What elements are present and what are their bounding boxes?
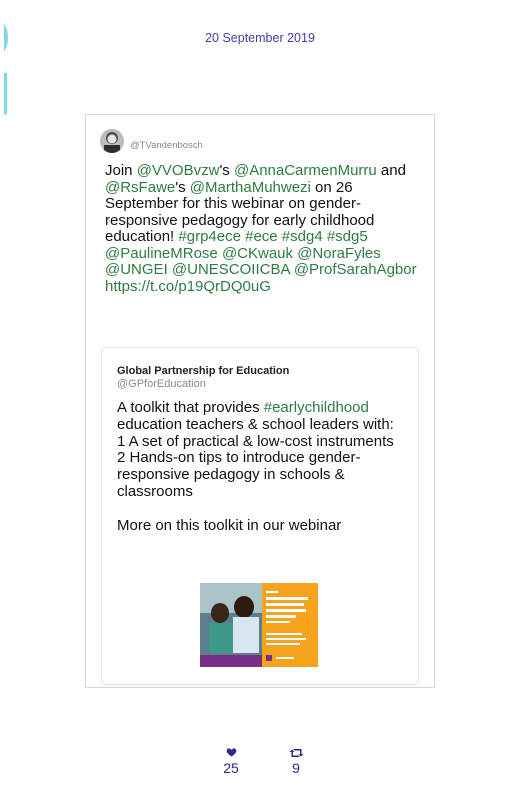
tweet-author[interactable]: @TVandenbosch [100, 129, 203, 153]
quoted-text-segment: A toolkit that provides [117, 399, 264, 416]
retweet-count-value: 9 [292, 760, 300, 776]
tweet-text: Join @VVOBvzw's @AnnaCarmenMurru and @Rs… [105, 162, 430, 295]
tweet-card: @TVandenbosch Join @VVOBvzw's @AnnaCarme… [85, 114, 435, 688]
avatar[interactable] [100, 129, 124, 153]
page-number-text: 05 [4, 10, 28, 121]
quoted-text-link[interactable]: #earlychildhood [264, 399, 369, 416]
author-handle[interactable]: @TVandenbosch [130, 140, 203, 151]
quoted-author-name[interactable]: Global Partnership for Education [117, 365, 289, 377]
tweet-text-segment: 's [219, 162, 234, 179]
retweet-icon[interactable] [281, 747, 311, 760]
tweet-text-segment: and [376, 162, 406, 179]
webinar-poster-image[interactable] [200, 583, 318, 667]
tweet-text-segment: 's [175, 178, 190, 196]
quoted-tweet[interactable]: Global Partnership for Education @GPforE… [101, 347, 419, 685]
tweet-text-link[interactable]: @MarthaMuhwezi [190, 179, 311, 196]
heart-icon[interactable] [216, 747, 246, 760]
like-count-value: 25 [223, 760, 239, 776]
like-count[interactable]: 25 [216, 747, 246, 776]
tweet-text-link[interactable]: @AnnaCarmenMurru [234, 162, 377, 179]
quoted-tweet-text: A toolkit that provides #earlychildhood … [117, 399, 417, 534]
tweet-text-link[interactable]: @RsFawe [105, 179, 175, 196]
avatar-photo [100, 129, 124, 153]
tweet-text-segment: Join [105, 162, 137, 179]
tweet-text-link[interactable]: @VVOBvzw [137, 162, 220, 179]
quoted-author-handle[interactable]: @GPforEducation [117, 378, 206, 390]
tweet-date: 20 September 2019 [205, 31, 315, 45]
quoted-text-segment: education teachers & school leaders with… [117, 415, 394, 534]
retweet-count[interactable]: 9 [281, 747, 311, 776]
